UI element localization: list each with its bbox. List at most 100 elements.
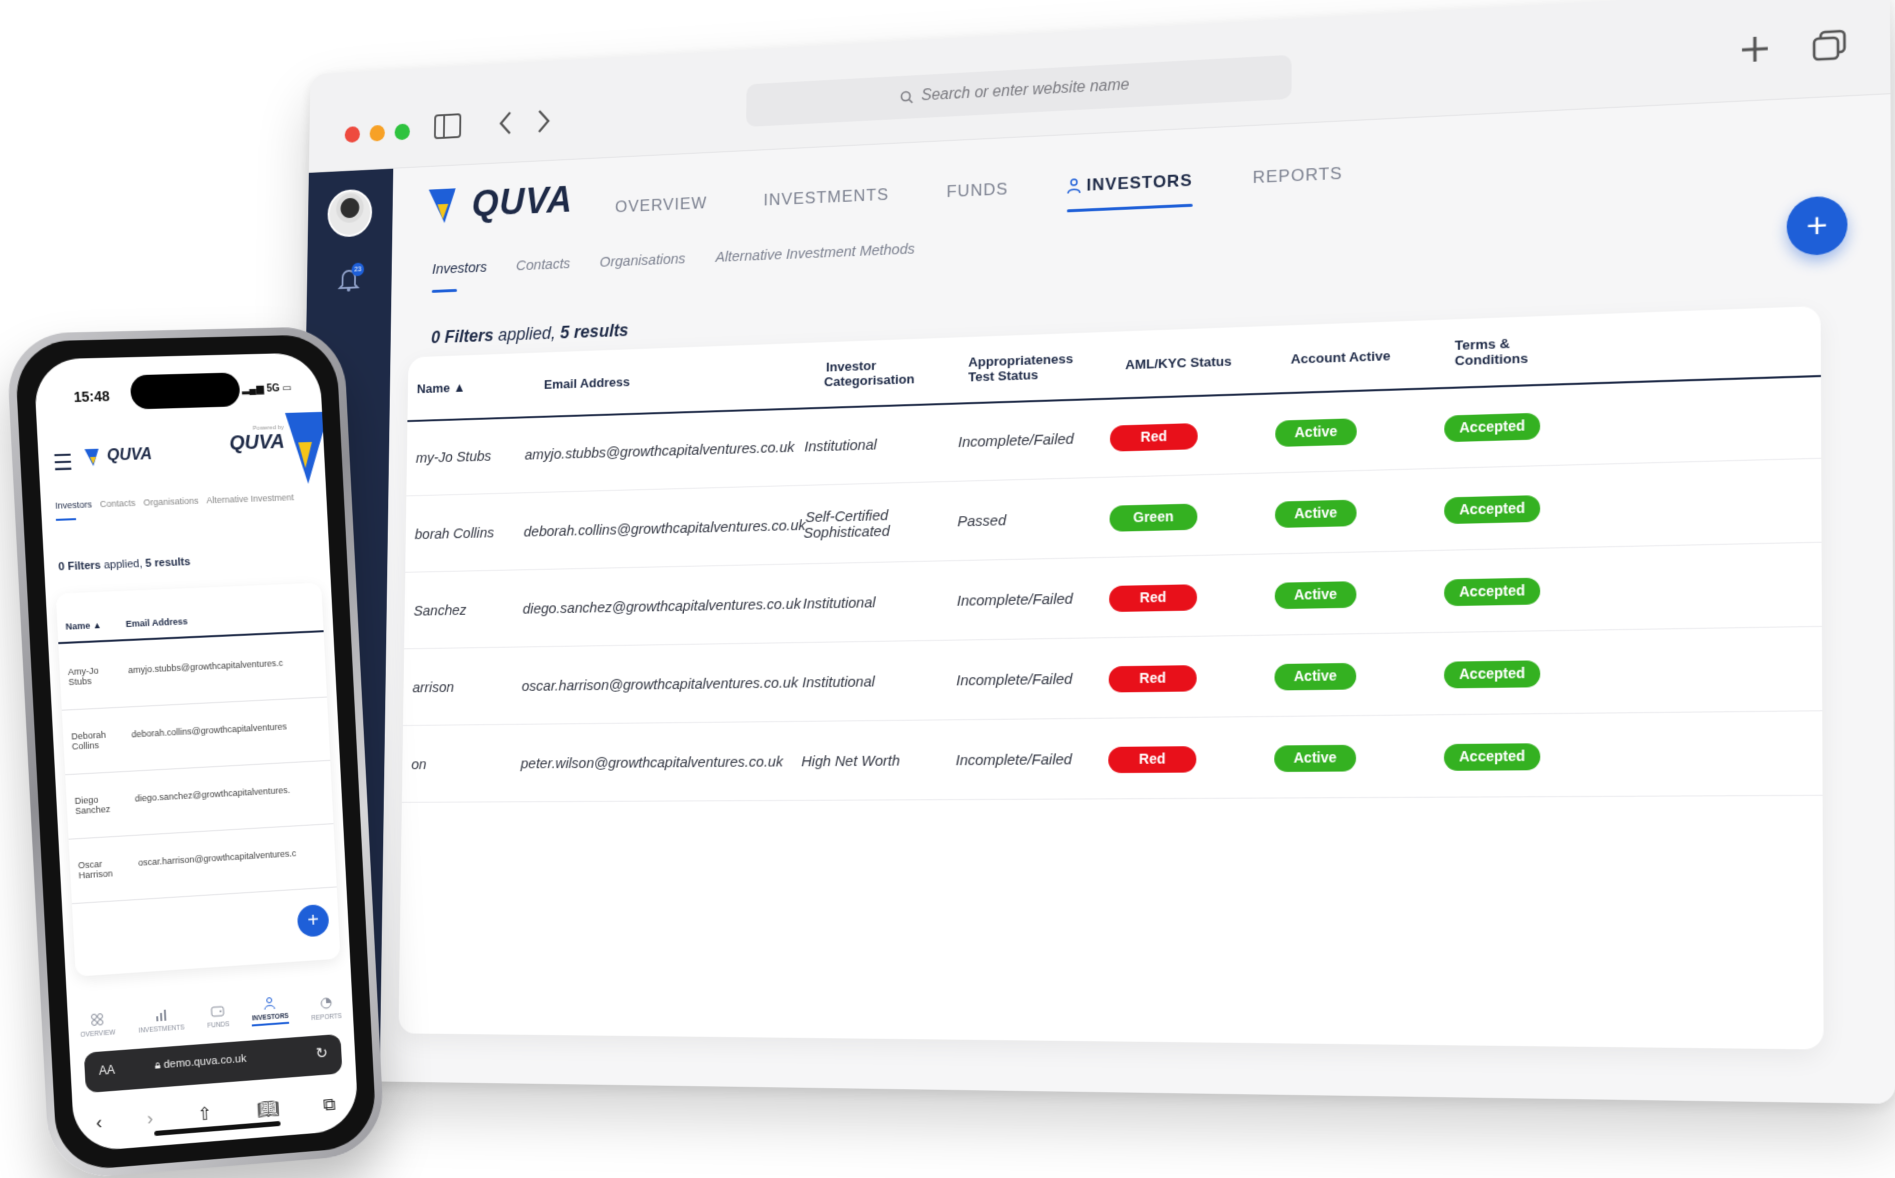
back-icon[interactable]: ‹ — [96, 1111, 103, 1133]
investor-name[interactable]: my-Jo Stubs — [416, 448, 492, 467]
forward-icon[interactable]: › — [147, 1108, 154, 1129]
mobile-logo-text: QUVA — [106, 446, 153, 465]
cell-categorisation: Institutional — [803, 565, 876, 643]
investors-table: Name ▲ Email Address Investor Categorisa… — [398, 305, 1824, 1050]
mobile-sub-nav: Investors Contacts Organisations Alterna… — [55, 492, 294, 510]
test-status: Incomplete/Failed — [955, 750, 1073, 769]
mobile-nav-overview[interactable]: OVERVIEW — [79, 1011, 116, 1039]
mobile-subtab-contacts[interactable]: Contacts — [100, 498, 136, 509]
cell-terms: Accepted — [1443, 716, 1541, 797]
cell-test-status: Incomplete/Failed — [955, 721, 1072, 800]
reload-icon[interactable]: ↻ — [315, 1044, 328, 1063]
terms-badge: Accepted — [1444, 495, 1541, 525]
sidebar-toggle-icon[interactable] — [434, 113, 461, 145]
mobile-nav-funds[interactable]: FUNDS — [206, 1003, 230, 1030]
subtab-organisations[interactable]: Organisations — [599, 251, 686, 281]
mobile-header-email[interactable]: Email Address — [125, 616, 187, 629]
quva-logo-icon — [428, 188, 456, 224]
test-status: Passed — [957, 512, 1007, 531]
subtab-contacts[interactable]: Contacts — [516, 256, 570, 284]
bar-chart-icon — [155, 1009, 167, 1022]
header-terms[interactable]: Terms & Conditions — [1455, 317, 1528, 389]
mobile-subtab-investors[interactable]: Investors — [55, 499, 92, 510]
mobile-nav-label: REPORTS — [311, 1013, 342, 1023]
mobile-investor-name: Deborah Collins — [71, 730, 122, 753]
investor-name[interactable]: borah Collins — [415, 525, 495, 543]
maximize-window-button[interactable] — [394, 123, 410, 141]
search-icon — [900, 90, 914, 104]
mobile-name-line2: Collins — [71, 740, 100, 752]
mobile-name-line2: Harrison — [78, 868, 113, 881]
hamburger-menu-icon[interactable]: ☰ — [52, 450, 73, 477]
person-icon — [262, 996, 276, 1011]
header-terms-line2: Conditions — [1454, 350, 1529, 369]
bookmarks-icon[interactable]: 📖︎ — [256, 1098, 279, 1121]
mobile-phone: 15:48 ▂▄▆ 5G ▭ ☰ QUVA Powered by QUVA In… — [5, 326, 386, 1178]
tab-investments[interactable]: INVESTMENTS — [735, 174, 918, 221]
cell-aml-kyc: Red — [1108, 639, 1197, 719]
investor-name[interactable]: arrison — [412, 679, 454, 696]
tab-reports[interactable]: REPORTS — [1222, 152, 1373, 199]
minimize-window-button[interactable] — [369, 124, 385, 142]
investor-name[interactable]: Sanchez — [414, 602, 467, 620]
cell-account-active: Active — [1275, 392, 1357, 473]
test-status: Incomplete/Failed — [956, 590, 1073, 610]
investor-email: deborah.collins@growthcapitalventures.co… — [523, 516, 806, 541]
tab-overview[interactable]: OVERVIEW — [587, 183, 735, 228]
add-button[interactable]: + — [1786, 195, 1848, 257]
cell-terms: Accepted — [1444, 468, 1541, 550]
mobile-subtab-alternative[interactable]: Alternative Investment — [206, 492, 294, 505]
mobile-table-header: Name ▲ Email Address — [55, 582, 324, 645]
subtab-investors[interactable]: Investors — [432, 259, 487, 287]
app-content: QUVA OVERVIEW INVESTMENTS FUNDS INVESTOR… — [379, 94, 1895, 1104]
aml-kyc-badge: Red — [1108, 665, 1197, 693]
header-categorisation[interactable]: Investor Categorisation — [824, 339, 915, 409]
subtab-alternative-investment-methods[interactable]: Alternative Investment Methods — [715, 241, 915, 276]
header-account-active[interactable]: Account Active — [1291, 322, 1391, 394]
app-logo[interactable]: QUVA — [428, 179, 573, 228]
cell-email: diego.sanchez@growthcapitalventures.co.u… — [522, 566, 801, 647]
share-icon[interactable]: ⇧ — [197, 1103, 213, 1125]
categorisation-line1: Institutional — [802, 673, 875, 692]
mobile-name-line2: Sanchez — [74, 803, 111, 816]
mobile-nav-investments[interactable]: INVESTMENTS — [137, 1006, 185, 1035]
avatar[interactable] — [327, 188, 373, 238]
mobile-nav-investors[interactable]: INVESTORS — [250, 995, 290, 1027]
investor-name[interactable]: on — [411, 756, 426, 773]
dynamic-island — [129, 372, 241, 410]
mobile-investor-email: deborah.collins@growthcapitalventures — [131, 721, 287, 740]
results-count: 5 results — [560, 320, 629, 343]
mobile-nav-reports[interactable]: REPORTS — [310, 995, 342, 1022]
status-time: 15:48 — [73, 387, 111, 406]
mobile-logo[interactable]: QUVA — [84, 445, 152, 467]
safari-reader-button[interactable]: AA — [99, 1063, 116, 1078]
address-bar[interactable]: Search or enter website name — [746, 54, 1292, 127]
header-name[interactable]: Name ▲ — [416, 355, 466, 421]
person-icon — [1067, 178, 1081, 194]
cell-account-active: Active — [1274, 718, 1357, 798]
safari-address-bar[interactable]: AA 🔒︎ demo.quva.co.uk ↻ — [83, 1033, 343, 1094]
tabs-overview-icon[interactable] — [1812, 29, 1847, 68]
header-appropriateness[interactable]: Appropriateness Test Status — [968, 333, 1073, 404]
chevron-left-icon[interactable] — [497, 108, 514, 143]
cell-account-active: Active — [1274, 555, 1357, 636]
mobile-header-name[interactable]: Name ▲ — [65, 620, 102, 632]
plus-icon[interactable] — [1739, 33, 1771, 72]
mobile-investor-name: Oscar Harrison — [78, 858, 129, 881]
table-row[interactable]: on peter.wilson@growthcapitalventures.co.… — [401, 713, 1823, 803]
mobile-investor-email: diego.sanchez@growthcapitalventures. — [134, 784, 291, 804]
header-email[interactable]: Email Address — [544, 349, 631, 417]
chevron-right-icon[interactable] — [535, 106, 552, 141]
cell-name: my-Jo Stubs — [415, 419, 492, 496]
mobile-subtab-organisations[interactable]: Organisations — [143, 496, 199, 508]
cell-categorisation: Institutional — [804, 407, 877, 486]
investor-email: peter.wilson@growthcapitalventures.co.uk — [520, 753, 784, 772]
tab-investors[interactable]: INVESTORS — [1037, 159, 1222, 207]
header-aml-kyc[interactable]: AML/KYC Status — [1125, 327, 1232, 399]
wallet-icon — [210, 1003, 225, 1018]
tab-funds[interactable]: FUNDS — [917, 168, 1037, 213]
cell-name: on — [411, 728, 427, 803]
categorisation-line1: High Net Worth — [801, 752, 900, 770]
tabs-icon[interactable]: ⧉ — [323, 1093, 337, 1115]
close-window-button[interactable] — [344, 126, 361, 143]
